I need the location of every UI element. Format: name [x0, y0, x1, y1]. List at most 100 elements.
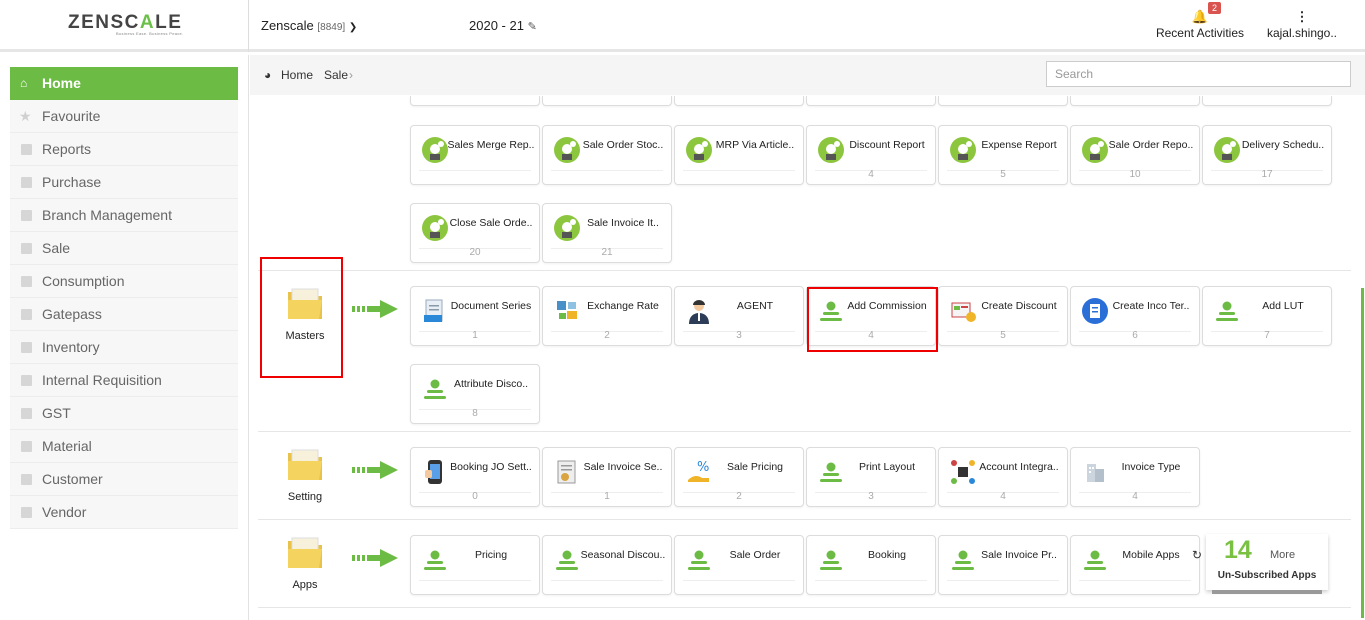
tile-number: 20 — [469, 247, 481, 258]
agent-icon — [685, 297, 713, 325]
sidebar-item-purchase[interactable]: Purchase — [10, 166, 238, 199]
app-tile-partial-3[interactable] — [806, 96, 936, 106]
folder-icon[interactable] — [287, 535, 323, 568]
edit-icon[interactable]: ✎ — [528, 21, 537, 33]
sidebar-item-gatepass[interactable]: Gatepass — [10, 298, 238, 331]
app-tile[interactable]: Discount Report 4 — [806, 125, 936, 185]
app-tile[interactable]: Sale Order Stoc.. — [542, 125, 672, 185]
app-tile[interactable]: Account Integra.. 4 — [938, 447, 1068, 507]
user-menu[interactable]: ⋮ kajal.shingo.. — [1256, 8, 1348, 40]
tile-label: Attribute Disco.. — [453, 378, 529, 390]
folder-icon[interactable] — [287, 286, 323, 319]
more-label: More — [1270, 549, 1296, 561]
folder-icon — [21, 177, 32, 188]
folder-icon — [21, 408, 32, 419]
app-tile[interactable]: Sale Order — [674, 535, 804, 595]
section-divider — [258, 519, 1351, 520]
app-tile-partial-5[interactable] — [1070, 96, 1200, 106]
app-tile-partial-2[interactable] — [674, 96, 804, 106]
person-icon — [1081, 546, 1109, 574]
tile-divider — [419, 170, 531, 171]
app-tile[interactable]: Mobile Apps — [1070, 535, 1200, 595]
tile-label: Sale Pricing — [726, 461, 784, 473]
sidebar-item-label: Reports — [42, 141, 92, 157]
app-tile[interactable]: Invoice Type 4 — [1070, 447, 1200, 507]
tile-number: 5 — [1000, 330, 1006, 341]
app-tile[interactable]: Expense Report 5 — [938, 125, 1068, 185]
sidebar-item-inventory[interactable]: Inventory — [10, 331, 238, 364]
app-tile[interactable]: Booking — [806, 535, 936, 595]
sidebar-item-gst[interactable]: GST — [10, 397, 238, 430]
app-tile-partial-0[interactable] — [410, 96, 540, 106]
arrow-right-icon — [352, 300, 398, 318]
tile-label: Account Integra.. — [979, 461, 1059, 473]
report-icon — [421, 136, 449, 164]
folder-icon — [21, 243, 32, 254]
sidebar-item-label: Home — [42, 75, 81, 91]
app-tile-partial-6[interactable] — [1202, 96, 1332, 106]
group-label-setting[interactable]: Setting — [260, 491, 350, 503]
app-tile[interactable]: Attribute Disco.. 8 — [410, 364, 540, 424]
app-tile[interactable]: MRP Via Article.. — [674, 125, 804, 185]
report-icon — [949, 136, 977, 164]
tile-label: Create Discount — [981, 300, 1057, 312]
scrollbar[interactable] — [1361, 288, 1364, 618]
sidebar-item-branch-management[interactable]: Branch Management — [10, 199, 238, 232]
app-tile[interactable]: Document Series 1 — [410, 286, 540, 346]
tile-number: 4 — [868, 169, 874, 180]
refresh-icon[interactable]: ↻ — [1192, 548, 1202, 562]
search-input[interactable] — [1046, 61, 1351, 87]
tile-label: Add Commission — [847, 300, 927, 312]
group-label-masters[interactable]: Masters — [260, 330, 350, 342]
app-tile[interactable]: Close Sale Orde.. 20 — [410, 203, 540, 263]
more-apps-card[interactable]: 14 More Un-Subscribed Apps — [1206, 534, 1328, 594]
sidebar-item-home[interactable]: ⌂ Home — [10, 67, 238, 100]
tile-label: Pricing — [474, 549, 508, 561]
recent-activities-button[interactable]: 🔔 2 Recent Activities — [1150, 2, 1250, 40]
sidebar-item-customer[interactable]: Customer — [10, 463, 238, 496]
logo[interactable]: ZENSCALE Business Ease. Business Peace. — [0, 0, 249, 52]
tile-number: 1 — [472, 330, 478, 341]
app-tile[interactable]: Sales Merge Rep.. — [410, 125, 540, 185]
breadcrumb-current[interactable]: Sale — [324, 68, 348, 82]
app-tile[interactable]: AGENT 3 — [674, 286, 804, 346]
company-selector[interactable]: Zenscale [8849] ❯ — [261, 18, 357, 33]
financial-year[interactable]: 2020 - 21 ✎ — [469, 18, 537, 33]
app-tile[interactable]: Exchange Rate 2 — [542, 286, 672, 346]
folder-icon — [21, 474, 32, 485]
app-tile[interactable]: % Sale Pricing 2 — [674, 447, 804, 507]
app-tile[interactable]: Seasonal Discou.. — [542, 535, 672, 595]
app-tile[interactable]: Delivery Schedu.. 17 — [1202, 125, 1332, 185]
app-tile[interactable]: Sale Invoice Se.. 1 — [542, 447, 672, 507]
report-icon — [685, 136, 713, 164]
tile-divider — [551, 580, 663, 581]
app-tile[interactable]: Create Inco Ter.. 6 — [1070, 286, 1200, 346]
app-tile[interactable]: Create Discount 5 — [938, 286, 1068, 346]
sidebar-item-vendor[interactable]: Vendor — [10, 496, 238, 529]
tile-label: Sale Order Repo.. — [1108, 139, 1194, 151]
sidebar-item-material[interactable]: Material — [10, 430, 238, 463]
app-tile[interactable]: Sale Invoice It.. 21 — [542, 203, 672, 263]
sidebar-item-consumption[interactable]: Consumption — [10, 265, 238, 298]
app-tile[interactable]: Booking JO Sett.. 0 — [410, 447, 540, 507]
app-tile[interactable]: Sale Invoice Pr.. — [938, 535, 1068, 595]
phone-icon — [421, 458, 449, 486]
tile-number: 7 — [1264, 330, 1270, 341]
folder-icon[interactable] — [287, 447, 323, 480]
app-tile[interactable]: Sale Order Repo.. 10 — [1070, 125, 1200, 185]
tile-label: Sale Order — [729, 549, 781, 561]
sidebar-item-sale[interactable]: Sale — [10, 232, 238, 265]
breadcrumb-home[interactable]: Home — [281, 68, 313, 82]
app-tile-partial-1[interactable] — [542, 96, 672, 106]
sidebar-item-favourite[interactable]: ★ Favourite — [10, 100, 238, 133]
group-label-apps[interactable]: Apps — [260, 579, 350, 591]
app-tile[interactable]: Pricing — [410, 535, 540, 595]
sidebar-item-label: Inventory — [42, 339, 100, 355]
sidebar-item-internal-requisition[interactable]: Internal Requisition — [10, 364, 238, 397]
app-tile[interactable]: Add Commission 4 — [806, 286, 936, 346]
app-tile-partial-4[interactable] — [938, 96, 1068, 106]
tile-label: Discount Report — [849, 139, 925, 151]
sidebar-item-reports[interactable]: Reports — [10, 133, 238, 166]
app-tile[interactable]: Print Layout 3 — [806, 447, 936, 507]
app-tile[interactable]: Add LUT 7 — [1202, 286, 1332, 346]
